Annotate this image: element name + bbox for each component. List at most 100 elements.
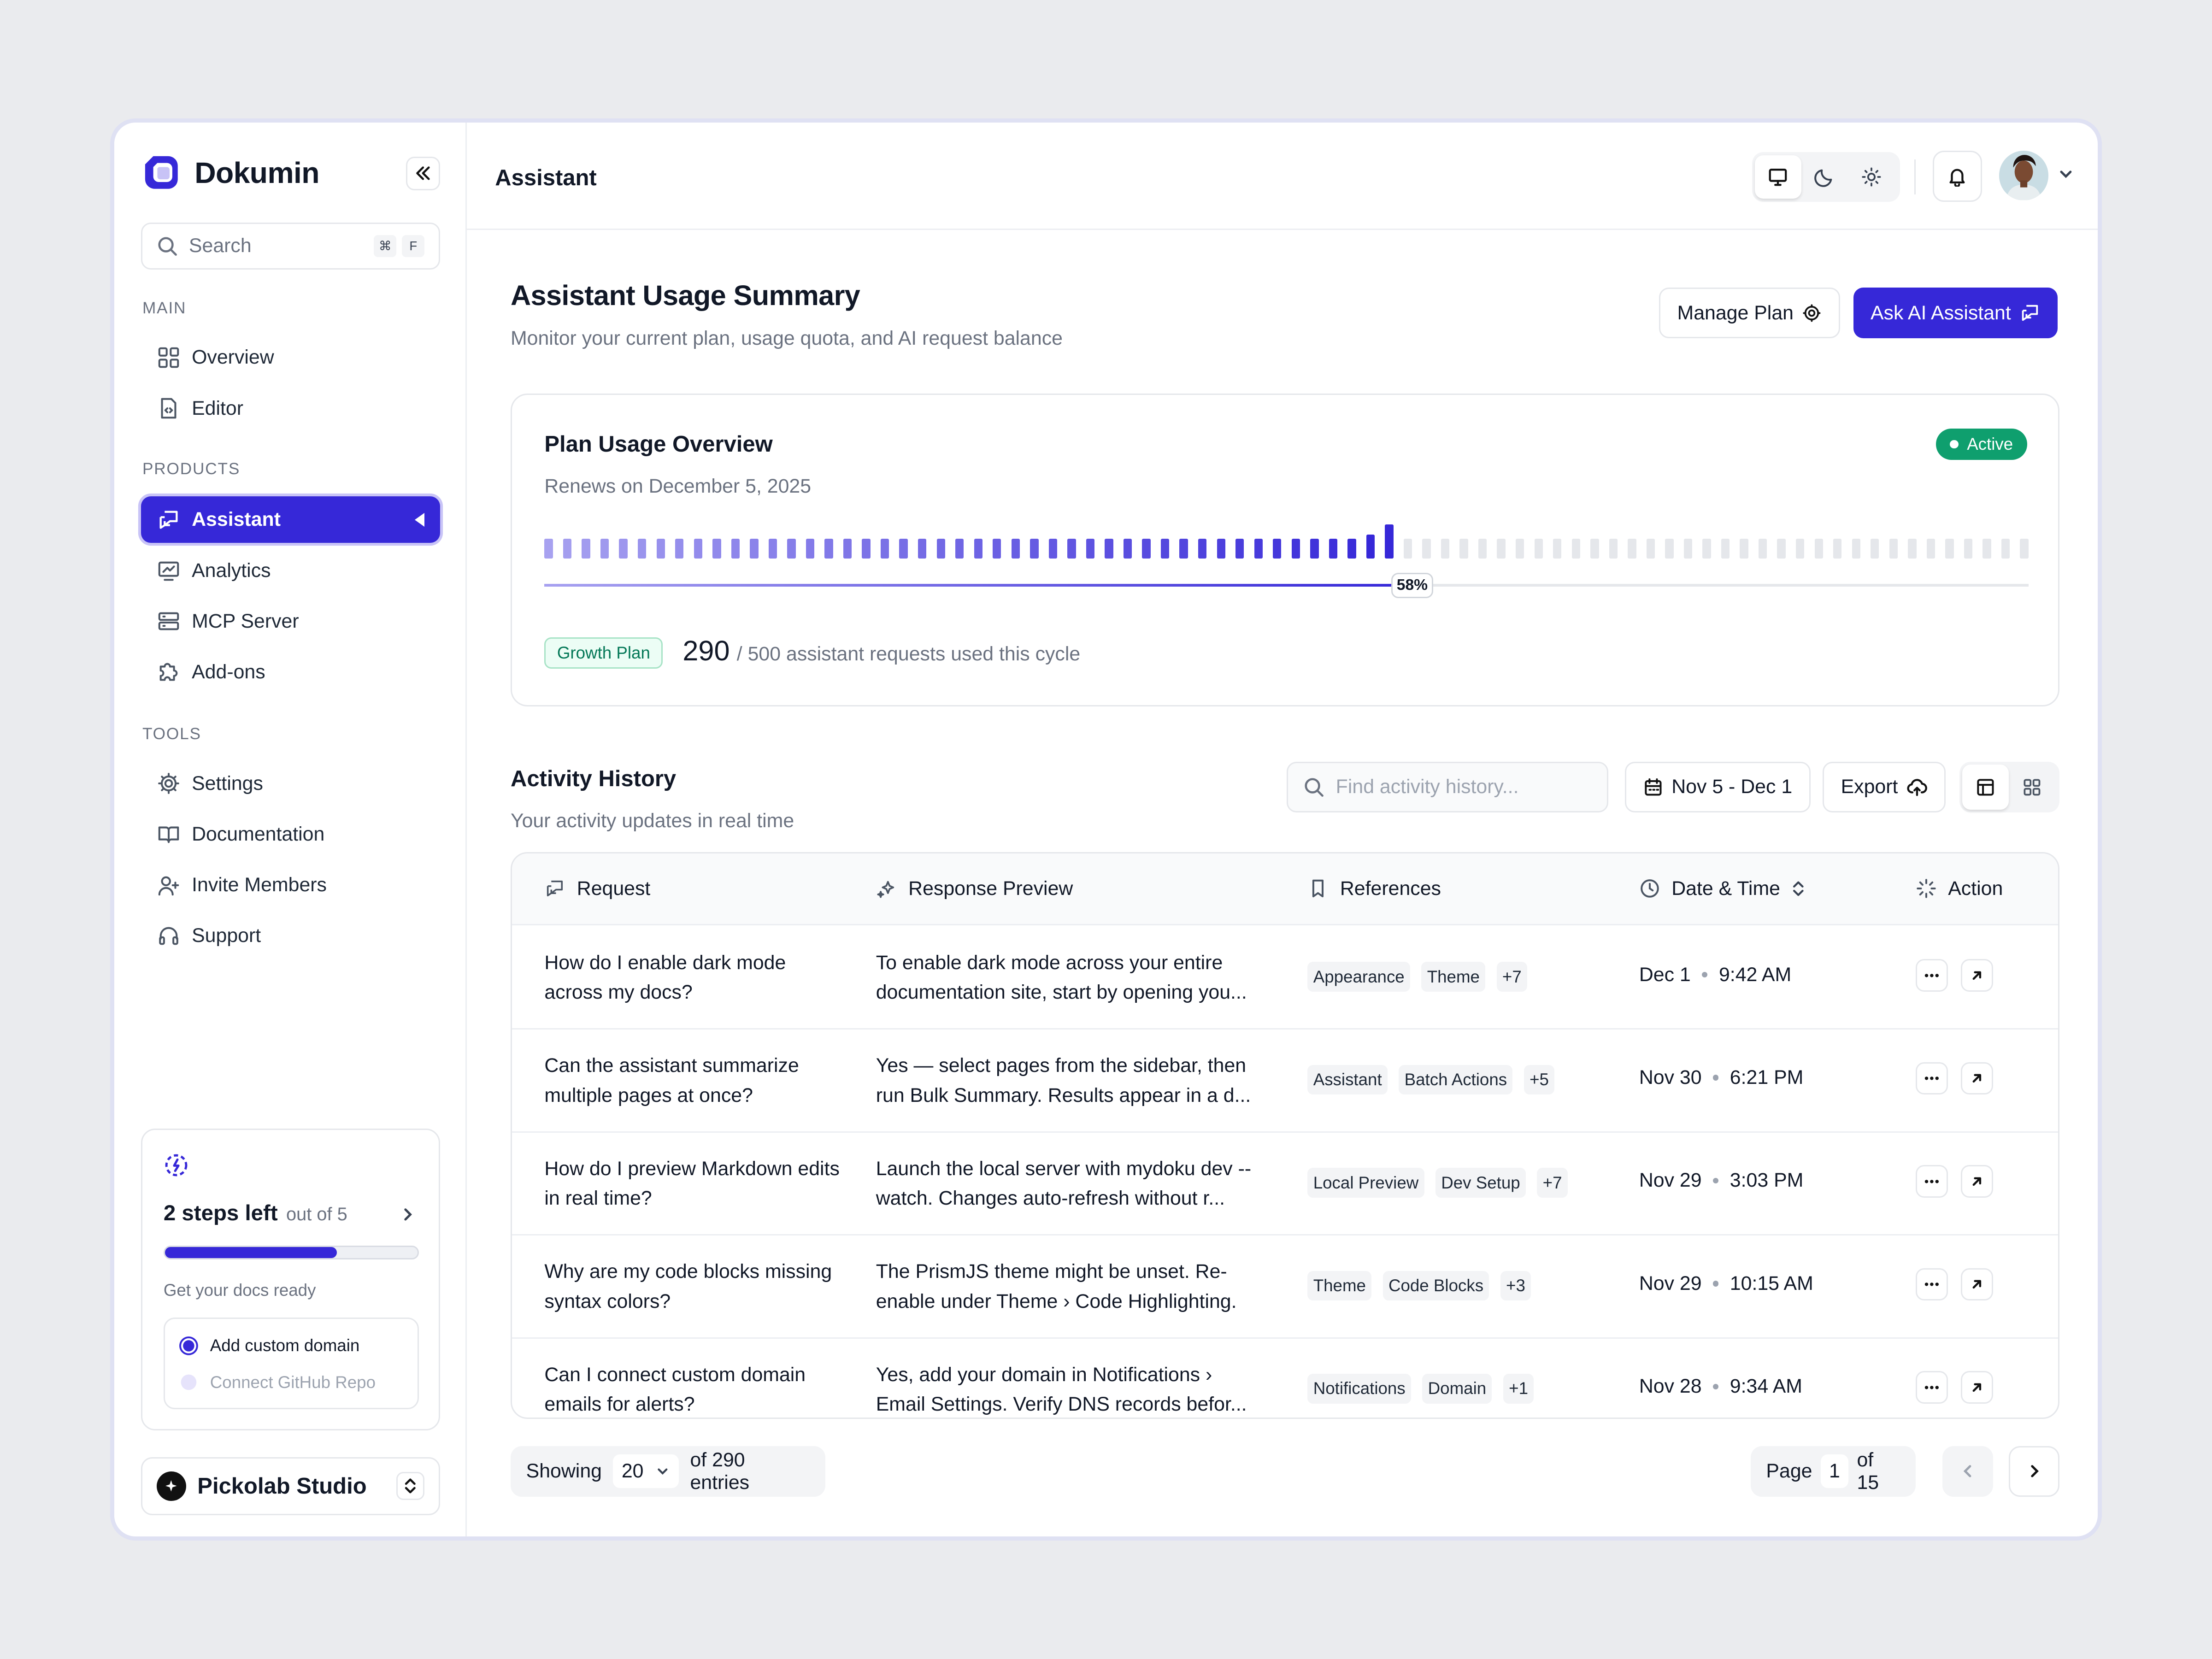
user-avatar[interactable] xyxy=(1999,151,2048,200)
active-indicator xyxy=(415,512,425,527)
book-icon xyxy=(158,827,179,843)
ask-ai-assistant-button[interactable]: Ask AI Assistant xyxy=(1853,288,2058,339)
reference-tag[interactable]: Code Blocks xyxy=(1382,1271,1489,1301)
page-size-select[interactable]: 20 xyxy=(613,1454,679,1488)
prev-page-button[interactable] xyxy=(1942,1446,1994,1497)
sidebar-item-invite-members[interactable]: Invite Members xyxy=(141,862,440,908)
notifications-button[interactable] xyxy=(1932,151,1982,202)
usage-tick xyxy=(1553,539,1562,559)
reference-tag[interactable]: Dev Setup xyxy=(1435,1168,1526,1198)
search-icon xyxy=(158,237,177,256)
workspace-switcher[interactable]: Pickolab Studio xyxy=(141,1457,440,1515)
reference-tag[interactable]: Assistant xyxy=(1307,1065,1388,1095)
sidebar-item-documentation[interactable]: Documentation xyxy=(141,811,440,858)
reference-tag[interactable]: Batch Actions xyxy=(1399,1065,1513,1095)
usage-tick xyxy=(1871,539,1879,559)
usage-tick xyxy=(1329,539,1338,559)
date: Dec 1 xyxy=(1639,963,1691,986)
task-connect-github[interactable]: Connect GitHub Repo xyxy=(179,1372,376,1392)
manage-plan-button[interactable]: Manage Plan xyxy=(1659,288,1840,339)
chevron-right-icon[interactable] xyxy=(399,1206,416,1223)
usage-tick xyxy=(1030,539,1039,559)
theme-switcher xyxy=(1752,152,1900,202)
bookmark-icon xyxy=(1312,880,1324,898)
more-actions-button[interactable] xyxy=(1915,959,1948,992)
sidebar-item-assistant[interactable]: Assistant xyxy=(141,496,440,543)
chat-icon xyxy=(2022,305,2038,321)
sidebar-item-settings[interactable]: Settings xyxy=(141,760,440,807)
usage-percent-label: 58% xyxy=(1391,572,1434,598)
request-text: Why are my code blocks missing syntax co… xyxy=(544,1260,832,1312)
sidebar-item-overview[interactable]: Overview xyxy=(141,334,440,381)
brand-name: Dokumin xyxy=(194,156,319,189)
open-detail-button[interactable] xyxy=(1960,1268,1994,1301)
more-actions-button[interactable] xyxy=(1915,1062,1948,1095)
grid-view-button[interactable] xyxy=(2009,765,2055,810)
usage-tick xyxy=(1758,539,1767,559)
sidebar-item-analytics[interactable]: Analytics xyxy=(141,547,440,594)
reference-tag[interactable]: Appearance xyxy=(1307,962,1410,992)
open-detail-button[interactable] xyxy=(1960,959,1994,992)
more-actions-button[interactable] xyxy=(1915,1268,1948,1301)
workspace-logo-icon xyxy=(156,1471,186,1501)
sidebar-item-mcp-server[interactable]: MCP Server xyxy=(141,598,440,645)
collapse-sidebar-button[interactable] xyxy=(406,156,440,191)
open-detail-button[interactable] xyxy=(1960,1165,1994,1198)
activity-search-input[interactable]: Find activity history... xyxy=(1286,761,1608,813)
open-detail-button[interactable] xyxy=(1960,1062,1994,1095)
more-actions-button[interactable] xyxy=(1915,1165,1948,1198)
sidebar-item-add-ons[interactable]: Add-ons xyxy=(141,649,440,695)
theme-system-button[interactable] xyxy=(1754,155,1801,199)
usage-tick xyxy=(1366,534,1375,559)
more-actions-button[interactable] xyxy=(1915,1371,1948,1404)
column-date-time[interactable]: Date & Time xyxy=(1639,877,1806,900)
monitor-icon xyxy=(1769,169,1787,186)
sidebar-search-input[interactable]: Search ⌘ F xyxy=(141,223,440,270)
chat-icon xyxy=(547,881,563,897)
usage-tick xyxy=(1833,539,1842,559)
usage-tick xyxy=(1067,539,1076,559)
column-action: Action xyxy=(1916,877,2003,900)
theme-dark-button[interactable] xyxy=(1801,155,1848,199)
reference-tag[interactable]: +1 xyxy=(1503,1374,1534,1404)
date-range-button[interactable]: Nov 5 - Dec 1 xyxy=(1625,761,1811,813)
reference-tag[interactable]: Theme xyxy=(1421,962,1486,992)
reference-tag[interactable]: +7 xyxy=(1496,962,1528,992)
reference-tag[interactable]: +5 xyxy=(1524,1065,1555,1095)
usage-tick xyxy=(1740,539,1748,559)
table-row[interactable]: How do I preview Markdown edits in real … xyxy=(512,1133,2059,1236)
open-detail-button[interactable] xyxy=(1960,1371,1994,1404)
next-page-button[interactable] xyxy=(2008,1446,2060,1497)
reference-tag[interactable]: +3 xyxy=(1500,1271,1531,1301)
reference-tag[interactable]: Notifications xyxy=(1307,1374,1411,1404)
task-label: Add custom domain xyxy=(210,1336,360,1355)
reference-tag[interactable]: +7 xyxy=(1537,1168,1568,1198)
radio-checked-icon xyxy=(179,1336,199,1355)
table-row[interactable]: Why are my code blocks missing syntax co… xyxy=(512,1235,2059,1339)
usage-tick xyxy=(1609,539,1618,559)
table-row[interactable]: How do I enable dark mode across my docs… xyxy=(512,927,2059,1030)
table-row[interactable]: Can the assistant summarize multiple pag… xyxy=(512,1030,2059,1133)
theme-light-button[interactable] xyxy=(1848,155,1894,199)
onboarding-card[interactable]: 2 steps left out of 5 Get your docs ready… xyxy=(141,1128,440,1430)
reference-tag[interactable]: Local Preview xyxy=(1307,1168,1424,1198)
export-button[interactable]: Export xyxy=(1822,761,1946,813)
brand[interactable]: Dokumin xyxy=(142,153,319,192)
sidebar-item-support[interactable]: Support xyxy=(141,912,440,959)
usage-tick xyxy=(1441,539,1450,559)
search-placeholder: Search xyxy=(188,235,252,257)
sidebar-item-editor[interactable]: Editor xyxy=(141,385,440,432)
reference-tag[interactable]: Domain xyxy=(1422,1374,1492,1404)
usage-tick xyxy=(1011,539,1020,559)
table-view-button[interactable] xyxy=(1962,764,2009,810)
task-add-custom-domain[interactable]: Add custom domain xyxy=(179,1336,359,1356)
usage-tick xyxy=(1665,539,1674,559)
chevron-down-icon[interactable] xyxy=(2057,165,2075,183)
usage-tick xyxy=(1814,539,1823,559)
page-number-input[interactable]: 1 xyxy=(1820,1454,1849,1488)
status-badge: Active xyxy=(1936,429,2027,460)
divider xyxy=(1914,159,1916,195)
table-row[interactable]: Can I connect custom domain emails for a… xyxy=(512,1339,2058,1418)
reference-tag[interactable]: Theme xyxy=(1307,1271,1372,1301)
arrow-up-right-icon xyxy=(1972,1383,1982,1392)
